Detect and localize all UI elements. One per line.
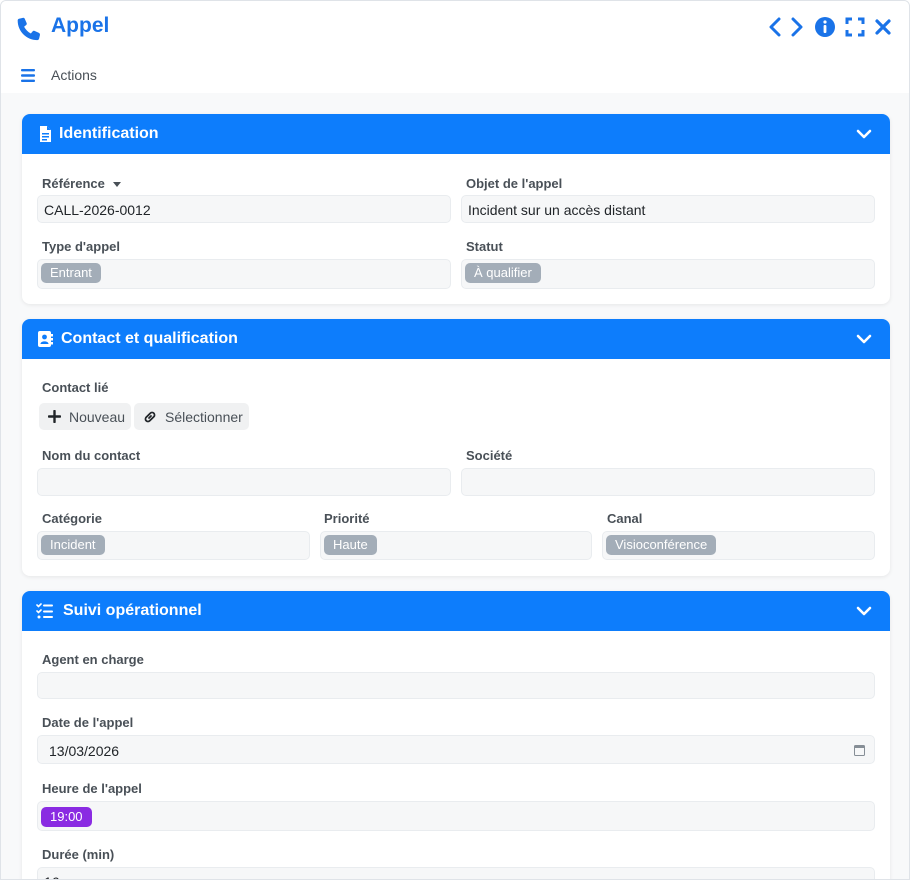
objet-field[interactable]: Incident sur un accès distant bbox=[461, 195, 875, 223]
heure-field[interactable]: 19:00 bbox=[37, 801, 875, 831]
chevron-down-icon bbox=[856, 129, 872, 139]
agent-label: Agent en charge bbox=[42, 652, 144, 667]
objet-label: Objet de l'appel bbox=[466, 176, 563, 191]
chevron-down-icon bbox=[856, 334, 872, 344]
actions-menu[interactable]: Actions bbox=[51, 67, 97, 83]
priorite-tag: Haute bbox=[324, 535, 377, 555]
chevron-down-icon bbox=[856, 606, 872, 616]
canal-label: Canal bbox=[607, 511, 643, 526]
actions-bar: Actions bbox=[1, 63, 909, 89]
societe-label: Société bbox=[466, 448, 513, 463]
close-button[interactable] bbox=[871, 14, 895, 40]
priorite-field[interactable]: Haute bbox=[320, 531, 592, 560]
heure-label: Heure de l'appel bbox=[42, 781, 142, 796]
new-contact-button[interactable]: Nouveau bbox=[39, 403, 131, 430]
select-contact-button[interactable]: Sélectionner bbox=[134, 403, 249, 430]
categorie-field[interactable]: Incident bbox=[37, 531, 310, 560]
identification-section: Identification Référence CALL-2026-0012 … bbox=[22, 114, 890, 304]
societe-field[interactable] bbox=[461, 468, 875, 496]
chevron-right-icon bbox=[791, 17, 803, 37]
suivi-header[interactable]: Suivi opérationnel bbox=[22, 591, 890, 631]
canal-tag: Visioconférence bbox=[606, 535, 717, 555]
document-icon bbox=[40, 126, 51, 142]
section-title: Identification bbox=[59, 125, 159, 142]
caret-down-icon bbox=[112, 182, 121, 188]
phone-icon bbox=[17, 17, 40, 41]
close-icon bbox=[875, 19, 891, 35]
type-field[interactable]: Entrant bbox=[37, 259, 451, 289]
section-title: Suivi opérationnel bbox=[63, 602, 202, 619]
statut-label: Statut bbox=[466, 239, 503, 254]
checklist-icon bbox=[36, 603, 53, 619]
reference-label[interactable]: Référence bbox=[42, 176, 121, 191]
date-label: Date de l'appel bbox=[42, 715, 134, 730]
statut-tag: À qualifier bbox=[465, 263, 541, 283]
next-button[interactable] bbox=[785, 14, 809, 40]
reference-field[interactable]: CALL-2026-0012 bbox=[37, 195, 451, 223]
categorie-label: Catégorie bbox=[42, 511, 102, 526]
link-icon bbox=[144, 411, 156, 423]
heure-tag: 19:00 bbox=[41, 807, 92, 827]
contact-header[interactable]: Contact et qualification bbox=[22, 319, 890, 359]
address-book-icon bbox=[38, 331, 53, 347]
type-label: Type d'appel bbox=[42, 239, 120, 254]
nom-contact-field[interactable] bbox=[37, 468, 451, 496]
type-tag: Entrant bbox=[41, 263, 101, 283]
title-bar: Appel bbox=[1, 1, 909, 53]
agent-field[interactable] bbox=[37, 672, 875, 699]
info-button[interactable] bbox=[813, 14, 837, 40]
nom-contact-label: Nom du contact bbox=[42, 448, 141, 463]
previous-button[interactable] bbox=[763, 14, 787, 40]
fullscreen-button[interactable] bbox=[843, 14, 867, 40]
calendar-icon[interactable] bbox=[854, 744, 865, 756]
contact-section: Contact et qualification Contact lié Nou… bbox=[22, 319, 890, 576]
menu-icon[interactable] bbox=[21, 69, 37, 83]
duree-label: Durée (min) bbox=[42, 847, 115, 862]
statut-field[interactable]: À qualifier bbox=[461, 259, 875, 289]
window-title: Appel bbox=[51, 14, 110, 37]
window-header: Appel Actions bbox=[1, 1, 909, 93]
suivi-section: Suivi opérationnel Agent en charge Date … bbox=[22, 591, 890, 879]
section-title: Contact et qualification bbox=[61, 330, 238, 347]
contact-lie-label: Contact lié bbox=[42, 380, 109, 395]
chevron-left-icon bbox=[769, 17, 781, 37]
identification-header[interactable]: Identification bbox=[22, 114, 890, 154]
call-form-window: Appel Actions Identification Référence C… bbox=[0, 0, 910, 880]
plus-icon bbox=[48, 410, 61, 423]
info-icon bbox=[815, 17, 835, 37]
date-field[interactable]: 13/03/2026 bbox=[37, 735, 875, 764]
categorie-tag: Incident bbox=[41, 535, 105, 555]
priorite-label: Priorité bbox=[324, 511, 370, 526]
duree-field[interactable]: 16 bbox=[37, 867, 875, 879]
expand-icon bbox=[845, 17, 865, 37]
canal-field[interactable]: Visioconférence bbox=[602, 531, 875, 560]
